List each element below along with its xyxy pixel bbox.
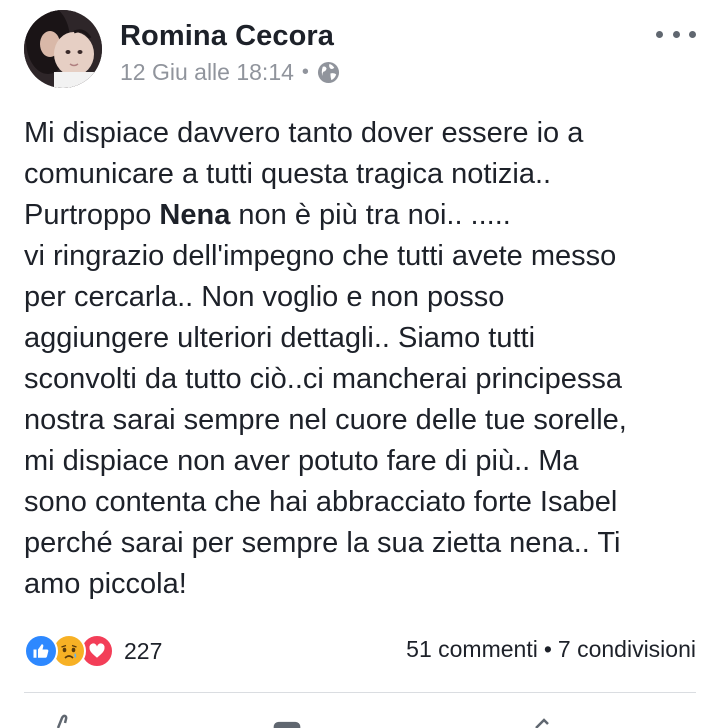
post-text-line: vi ringrazio dell'impegno che tutti avet…: [24, 240, 617, 272]
post-text-line: amo piccola!: [24, 568, 187, 600]
comments-count[interactable]: 51 commenti: [406, 636, 538, 662]
divider: [24, 692, 696, 693]
reaction-count: 227: [124, 637, 163, 664]
post-text-line: comunicare a tutti questa tragica notizi…: [24, 158, 552, 190]
like-button-icon[interactable]: [50, 714, 80, 728]
like-icon: [24, 634, 58, 668]
post-timestamp[interactable]: 12 Giu alle 18:14: [120, 59, 294, 86]
post-body: Mi dispiace davvero tanto dover essere i…: [24, 113, 704, 605]
avatar[interactable]: [24, 10, 102, 88]
comment-button-icon[interactable]: [272, 714, 302, 728]
post-text-line: mi dispiace non aver potuto fare di più.…: [24, 445, 579, 477]
post-text-line: Purtroppo Nena non è più tra noi.. .....: [24, 199, 511, 231]
post-text-line: sono contenta che hai abbracciato forte …: [24, 486, 618, 518]
shares-count[interactable]: 7 condivisioni: [558, 636, 696, 662]
post-text-line: perché sarai per sempre la sua zietta ne…: [24, 527, 621, 559]
post-text-line: aggiungere ulteriori dettagli.. Siamo tu…: [24, 322, 536, 354]
more-dots-icon[interactable]: [656, 24, 696, 44]
reactions-summary[interactable]: 227: [24, 634, 162, 668]
post-text-line: per cercarla.. Non voglio e non posso: [24, 281, 505, 313]
action-bar: [0, 700, 720, 728]
bold-name: Nena: [159, 199, 231, 231]
post-text-line: nostra sarai sempre nel cuore delle tue …: [24, 404, 627, 436]
post-text-line: sconvolti da tutto ciò..ci mancherai pri…: [24, 363, 623, 395]
post-text-line: Mi dispiace davvero tanto dover essere i…: [24, 117, 584, 149]
post-meta: 12 Giu alle 18:14 •: [120, 59, 340, 86]
globe-icon: [317, 61, 340, 84]
meta-separator: •: [301, 61, 309, 83]
post-header: Romina Cecora 12 Giu alle 18:14 •: [24, 10, 696, 90]
share-button-icon[interactable]: [528, 714, 558, 728]
counts-separator: •: [543, 636, 552, 662]
engagement-counts: 51 commenti • 7 condivisioni: [406, 636, 696, 663]
author-name[interactable]: Romina Cecora: [120, 20, 334, 53]
post-stats: 227 51 commenti • 7 condivisioni: [24, 632, 696, 668]
